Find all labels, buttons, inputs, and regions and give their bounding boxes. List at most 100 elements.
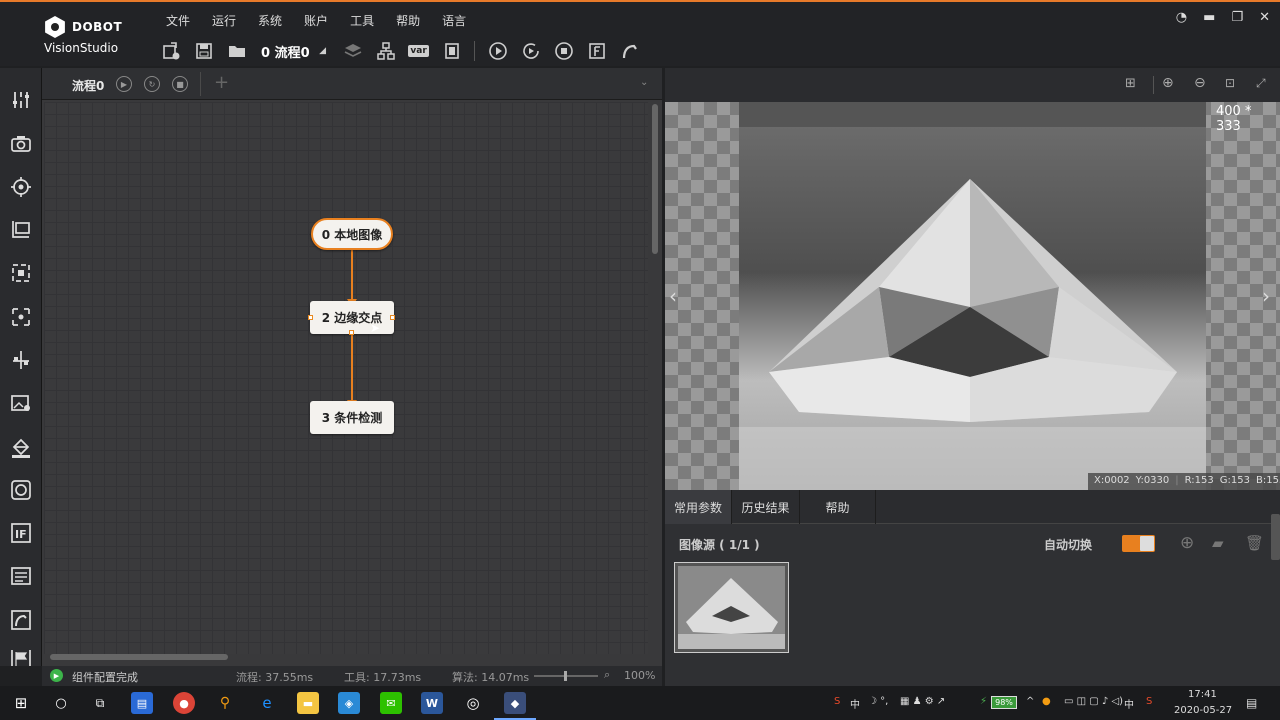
defect-detect-icon[interactable] bbox=[9, 478, 33, 502]
task-view-icon[interactable]: ⧉ bbox=[89, 692, 111, 714]
flow-stop-icon[interactable]: ■ bbox=[172, 76, 188, 92]
node-handle-bottom[interactable] bbox=[349, 330, 354, 335]
power-plug-icon[interactable]: ⚡ bbox=[980, 696, 987, 707]
notification-icon[interactable]: ▤ bbox=[1246, 696, 1257, 710]
canvas-horizontal-scrollbar[interactable] bbox=[50, 654, 228, 660]
menu-file[interactable]: 文件 bbox=[166, 12, 190, 29]
obs-icon[interactable]: ◎ bbox=[462, 692, 484, 714]
close-icon[interactable]: ✕ bbox=[1259, 10, 1270, 25]
menu-language[interactable]: 语言 bbox=[442, 12, 466, 29]
search-icon[interactable]: ○ bbox=[50, 692, 72, 714]
menu-help[interactable]: 帮助 bbox=[396, 12, 420, 29]
wrench-tool-icon[interactable] bbox=[9, 88, 33, 112]
flow-selector[interactable]: 0 流程0 bbox=[261, 42, 310, 61]
logic-if-icon[interactable]: IF bbox=[9, 521, 33, 545]
visionstudio-icon[interactable]: ◆ bbox=[504, 692, 526, 714]
communication-icon[interactable] bbox=[9, 564, 33, 588]
flow-loop-icon[interactable]: ↻ bbox=[144, 76, 160, 92]
search-tool-icon[interactable]: ⚲ bbox=[214, 692, 236, 714]
camera-icon[interactable] bbox=[9, 132, 33, 156]
network-app-icon[interactable]: ◈ bbox=[338, 692, 360, 714]
store-icon[interactable]: ▤ bbox=[131, 692, 153, 714]
param-scrollbar[interactable] bbox=[1271, 514, 1280, 560]
stop-icon[interactable] bbox=[553, 40, 575, 62]
tray-network-icon[interactable]: ▭ ◫ ▢ ♪ ◁) bbox=[1064, 696, 1123, 707]
tray-moon-icon[interactable]: ☽ °, bbox=[868, 696, 888, 707]
tray-app-icon[interactable]: ● bbox=[1042, 696, 1051, 707]
edge-icon[interactable]: e bbox=[256, 692, 278, 714]
point-transform-icon[interactable] bbox=[9, 305, 33, 329]
flag-tool-icon[interactable] bbox=[9, 650, 33, 666]
variable-icon[interactable]: var bbox=[408, 40, 430, 62]
word-icon[interactable]: W bbox=[421, 692, 443, 714]
menu-tools[interactable]: 工具 bbox=[350, 12, 374, 29]
ime-s2-icon[interactable]: S bbox=[1146, 696, 1152, 707]
tab-help[interactable]: 帮助 bbox=[800, 490, 876, 524]
run-loop-icon[interactable] bbox=[520, 40, 542, 62]
add-folder-icon[interactable]: ▰ bbox=[1212, 534, 1224, 552]
image-thumbnail[interactable] bbox=[674, 562, 789, 653]
flow-canvas[interactable]: 0 本地图像 2 边缘交点 ➤ 3 条件检测 bbox=[44, 102, 648, 654]
dashboard-icon[interactable]: ◔ bbox=[1176, 10, 1187, 25]
tray-keyboard-icon[interactable]: ▦ ♟ ⚙ ↗ bbox=[900, 696, 945, 707]
open-folder-icon[interactable] bbox=[226, 40, 248, 62]
status-message: 组件配置完成 bbox=[72, 671, 138, 684]
ime-indicator[interactable]: 中 bbox=[1124, 696, 1134, 711]
battery-indicator[interactable]: 98% bbox=[991, 696, 1017, 709]
auto-switch-toggle[interactable] bbox=[1122, 535, 1155, 552]
minimize-icon[interactable]: ▬ bbox=[1203, 10, 1215, 25]
windows-taskbar: ⊞ ○ ⧉ ▤ ● ⚲ e ▬ ◈ ✉ W ◎ ◆ S 中 ☽ °, ▦ ♟ ⚙… bbox=[0, 686, 1280, 720]
node-handle-left[interactable] bbox=[308, 315, 313, 320]
zoom-in-icon[interactable]: ⊕ bbox=[1162, 75, 1174, 91]
flow-dropdown-icon[interactable]: ◢ bbox=[318, 40, 328, 62]
file-explorer-icon[interactable]: ▬ bbox=[297, 692, 319, 714]
device-icon[interactable] bbox=[441, 40, 463, 62]
zoom-out-icon[interactable]: ⊖ bbox=[1194, 75, 1206, 91]
menu-run[interactable]: 运行 bbox=[212, 12, 236, 29]
ime-s-icon[interactable]: S bbox=[834, 696, 840, 707]
tab-history[interactable]: 历史结果 bbox=[732, 490, 800, 524]
flow-node-condition-check[interactable]: 3 条件检测 bbox=[310, 401, 394, 434]
clock-date[interactable]: 2020-05-27 bbox=[1174, 705, 1232, 716]
save-icon[interactable] bbox=[193, 40, 215, 62]
node-handle-right[interactable] bbox=[390, 315, 395, 320]
menu-account[interactable]: 账户 bbox=[304, 12, 328, 29]
add-flow-icon[interactable]: + bbox=[214, 72, 229, 93]
next-image-icon[interactable]: › bbox=[1262, 284, 1270, 308]
show-hidden-icons-icon[interactable]: ^ bbox=[1026, 696, 1034, 707]
locate-icon[interactable] bbox=[9, 175, 33, 199]
layers-icon[interactable] bbox=[342, 40, 364, 62]
chevron-down-icon[interactable]: ⌄ bbox=[640, 77, 648, 88]
prev-image-icon[interactable]: ‹ bbox=[669, 284, 677, 308]
run-once-icon[interactable] bbox=[487, 40, 509, 62]
wechat-icon[interactable]: ✉ bbox=[380, 692, 402, 714]
flow-run-icon[interactable]: ▶ bbox=[116, 76, 132, 92]
add-image-icon[interactable]: ⊕ bbox=[1180, 533, 1194, 553]
tab-flow0[interactable]: 流程0 bbox=[72, 77, 104, 94]
robot-arm-icon[interactable] bbox=[619, 40, 641, 62]
zoom-slider-thumb[interactable] bbox=[564, 671, 567, 681]
color-fill-icon[interactable] bbox=[9, 436, 33, 460]
fit-window-icon[interactable]: ⊞ bbox=[1125, 76, 1136, 91]
ime-lang-label[interactable]: 中 bbox=[850, 696, 860, 711]
main-toolbar: 0 流程0 ◢ var bbox=[160, 40, 652, 62]
function-icon[interactable] bbox=[586, 40, 608, 62]
clock-time[interactable]: 17:41 bbox=[1188, 689, 1217, 700]
menu-system[interactable]: 系统 bbox=[258, 12, 282, 29]
new-solution-icon[interactable] bbox=[160, 40, 182, 62]
flow-node-local-image[interactable]: 0 本地图像 bbox=[311, 218, 393, 250]
chrome-icon[interactable]: ● bbox=[173, 692, 195, 714]
canvas-vertical-scrollbar[interactable] bbox=[652, 104, 658, 254]
restore-icon[interactable]: ❐ bbox=[1231, 10, 1243, 25]
image-process-icon[interactable] bbox=[9, 391, 33, 415]
windows-start-icon[interactable]: ⊞ bbox=[10, 692, 32, 714]
hierarchy-icon[interactable] bbox=[375, 40, 397, 62]
measure-icon[interactable] bbox=[9, 217, 33, 241]
calibration-icon[interactable] bbox=[9, 261, 33, 285]
align-icon[interactable] bbox=[9, 348, 33, 372]
robot-arm-tool-icon[interactable] bbox=[9, 608, 33, 632]
fullscreen-icon[interactable]: ⤢ bbox=[1256, 76, 1266, 91]
tab-common-params[interactable]: 常用参数 bbox=[665, 490, 732, 524]
actual-size-icon[interactable]: ⊡ bbox=[1225, 76, 1235, 90]
delete-icon[interactable]: 🗑 bbox=[1245, 534, 1264, 552]
